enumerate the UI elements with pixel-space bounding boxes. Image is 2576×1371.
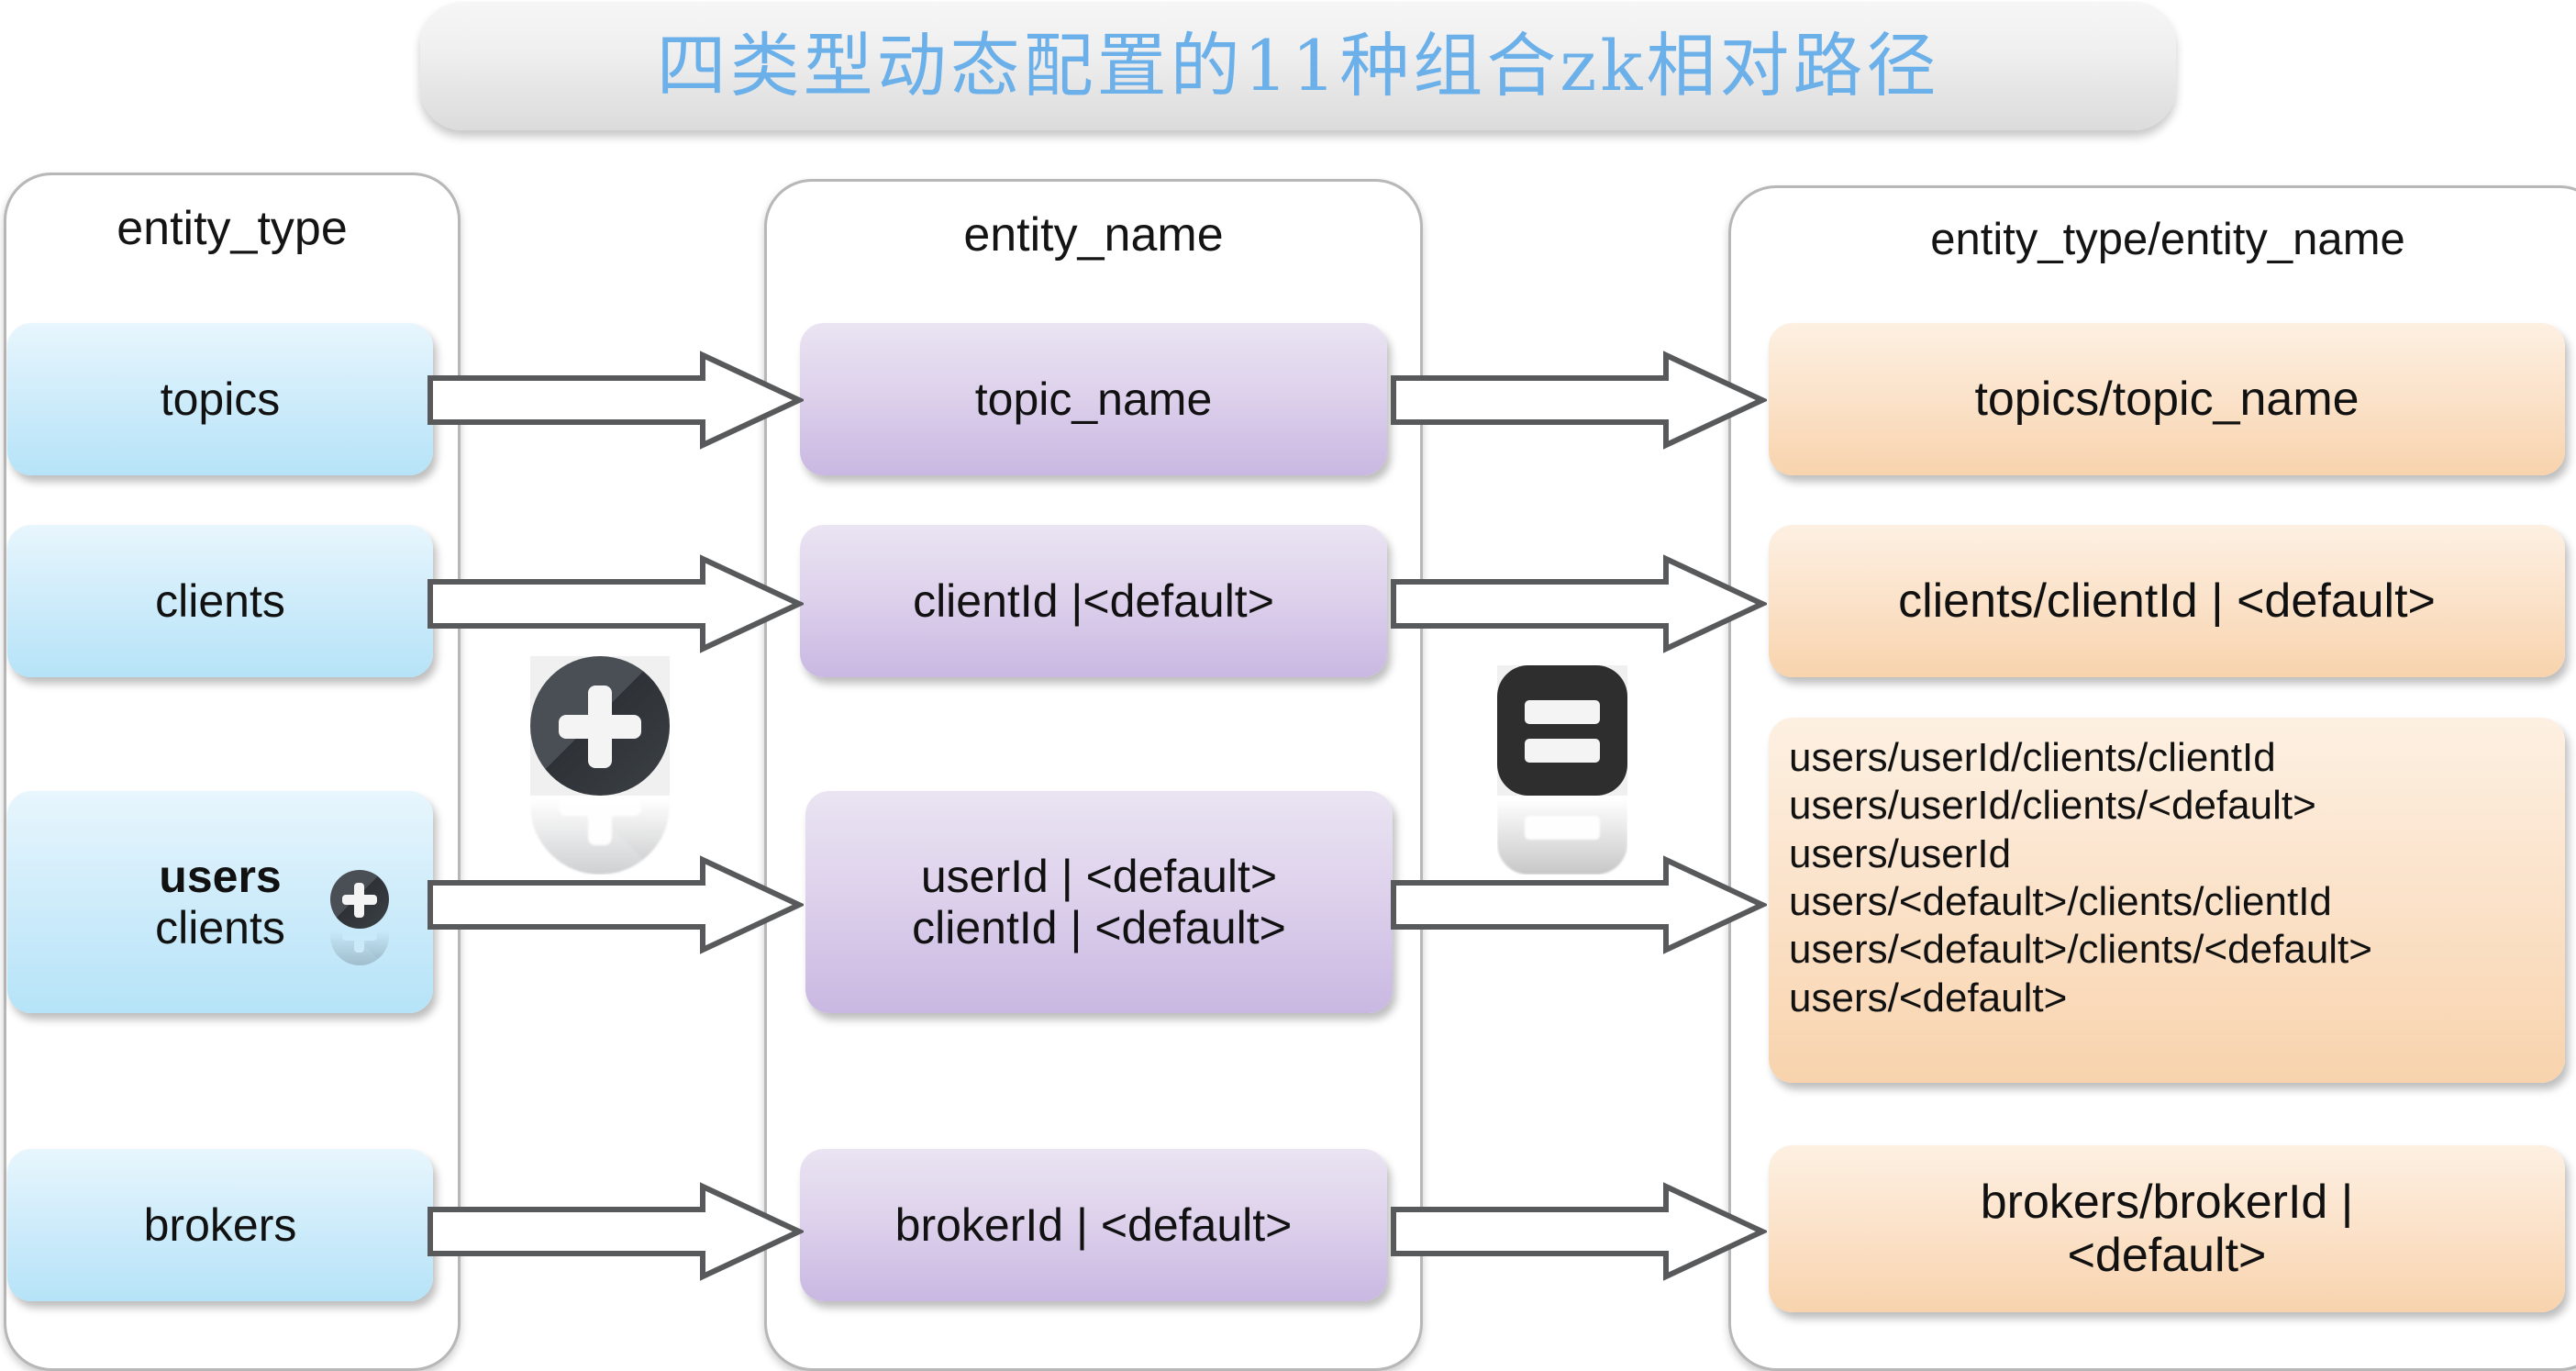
box-label: brokers bbox=[143, 1199, 297, 1251]
box-label-line2: <default> bbox=[2067, 1229, 2267, 1282]
box-label-line1: brokers/brokerId | bbox=[1980, 1175, 2354, 1229]
box-label: topics bbox=[160, 373, 281, 425]
title-banner: 四类型动态配置的11种组合zk相对路径 bbox=[420, 2, 2176, 130]
box-label-secondary: clients bbox=[155, 902, 285, 953]
box-entity-name-topic-name[interactable]: topic_name bbox=[800, 323, 1387, 475]
box-label: brokerId | <default> bbox=[894, 1199, 1293, 1251]
path-line: users/userId/clients/<default> bbox=[1789, 783, 2316, 829]
box-label-line2: clientId | <default> bbox=[912, 902, 1286, 953]
box-label: clients bbox=[155, 575, 285, 627]
path-list: users/userId/clients/clientId users/user… bbox=[1789, 734, 2372, 1022]
arrow-broker-id-to-path bbox=[1391, 1182, 1767, 1281]
box-label: clients/clientId | <default> bbox=[1898, 574, 2436, 628]
plus-badge-icon bbox=[330, 870, 389, 965]
path-line: users/userId/clients/clientId bbox=[1789, 735, 2276, 780]
box-path-brokers[interactable]: brokers/brokerId | <default> bbox=[1769, 1145, 2565, 1312]
panel-combined-heading: entity_type/entity_name bbox=[1930, 215, 2405, 264]
arrow-client-id-to-path bbox=[1391, 554, 1767, 653]
equals-square-icon bbox=[1497, 665, 1627, 875]
arrow-brokers-to-broker-id bbox=[427, 1182, 804, 1281]
box-label-primary: users bbox=[159, 851, 282, 902]
path-line: users/<default>/clients/<default> bbox=[1789, 927, 2372, 973]
page-title: 四类型动态配置的11种组合zk相对路径 bbox=[656, 25, 1940, 106]
arrow-clients-to-client-id bbox=[427, 554, 804, 653]
box-entity-name-broker-id[interactable]: brokerId | <default> bbox=[800, 1149, 1387, 1301]
box-entity-type-users-clients[interactable]: users clients bbox=[7, 791, 433, 1013]
box-entity-type-brokers[interactable]: brokers bbox=[7, 1149, 433, 1301]
path-line: users/userId bbox=[1789, 830, 2012, 876]
box-path-clients[interactable]: clients/clientId | <default> bbox=[1769, 525, 2565, 677]
box-path-topics[interactable]: topics/topic_name bbox=[1769, 323, 2565, 475]
panel-entity-name-heading: entity_name bbox=[963, 208, 1224, 262]
box-entity-name-user-client-id[interactable]: userId | <default> clientId | <default> bbox=[805, 791, 1393, 1013]
box-label: clientId |<default> bbox=[913, 575, 1274, 627]
box-label-line1: userId | <default> bbox=[920, 851, 1278, 902]
panel-entity-type-heading: entity_type bbox=[117, 202, 348, 255]
box-label: topic_name bbox=[974, 373, 1213, 425]
box-entity-type-clients[interactable]: clients bbox=[7, 525, 433, 677]
plus-circle-icon bbox=[530, 656, 670, 875]
arrow-topic-name-to-path bbox=[1391, 351, 1767, 450]
box-path-users[interactable]: users/userId/clients/clientId users/user… bbox=[1769, 718, 2565, 1083]
box-entity-name-client-id[interactable]: clientId |<default> bbox=[800, 525, 1387, 677]
box-entity-type-topics[interactable]: topics bbox=[7, 323, 433, 475]
path-line: users/<default> bbox=[1789, 975, 2068, 1020]
box-label: topics/topic_name bbox=[1974, 372, 2359, 426]
arrow-topics-to-topic-name bbox=[427, 351, 804, 450]
path-line: users/<default>/clients/clientId bbox=[1789, 879, 2332, 925]
